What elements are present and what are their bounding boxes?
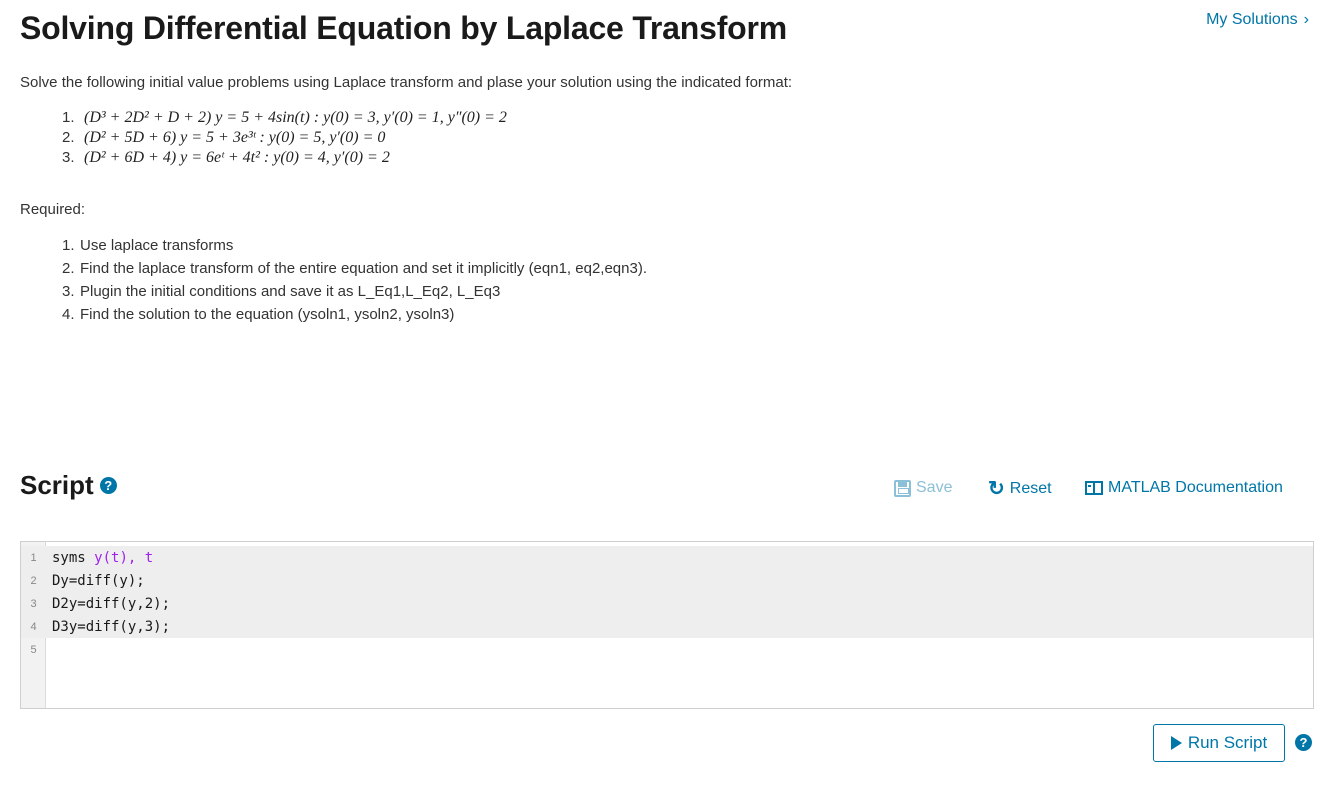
list-number: 2. bbox=[62, 260, 75, 277]
documentation-label: MATLAB Documentation bbox=[1108, 479, 1283, 496]
list-item: 2. (D² + 5D + 6) y = 5 + 3e³ᵗ : y(0) = 5,… bbox=[62, 128, 507, 148]
play-icon bbox=[1170, 736, 1182, 750]
code-line[interactable]: 3 D2y=diff(y,2); bbox=[21, 592, 1313, 615]
code-text: D3y=diff(y,3); bbox=[52, 618, 171, 635]
list-number: 3. bbox=[62, 149, 75, 166]
reset-label: Reset bbox=[1009, 480, 1052, 497]
code-line[interactable]: 1 syms y(t), t bbox=[21, 546, 1313, 569]
code-line[interactable]: 5 bbox=[21, 638, 1313, 661]
list-number: 4. bbox=[62, 306, 75, 323]
save-label: Save bbox=[916, 479, 953, 496]
code-editor[interactable]: 1 syms y(t), t 2 Dy=diff(y); 3 D2y=diff(… bbox=[20, 541, 1314, 709]
list-item: 2. Find the laplace transform of the enti… bbox=[62, 257, 647, 280]
equation-1: (D³ + 2D² + D + 2) y = 5 + 4sin(t) : y(0… bbox=[84, 109, 507, 126]
list-number: 2. bbox=[62, 129, 75, 146]
requirement-text: Find the solution to the equation (ysoln… bbox=[80, 306, 455, 323]
list-number: 3. bbox=[62, 283, 75, 300]
line-number: 3 bbox=[30, 597, 37, 610]
list-number: 1. bbox=[62, 109, 75, 126]
equation-list: 1. (D³ + 2D² + D + 2) y = 5 + 4sin(t) : y… bbox=[62, 108, 507, 168]
line-number: 2 bbox=[30, 574, 37, 587]
list-item: 3. (D² + 6D + 4) y = 6eᵗ + 4t² : y(0) = 4… bbox=[62, 148, 507, 168]
problem-intro: Solve the following initial value proble… bbox=[20, 74, 793, 91]
list-item: 1. (D³ + 2D² + D + 2) y = 5 + 4sin(t) : y… bbox=[62, 108, 507, 128]
required-label: Required: bbox=[20, 201, 86, 218]
list-item: 3. Plugin the initial conditions and save… bbox=[62, 280, 647, 303]
save-button[interactable]: Save bbox=[894, 479, 952, 497]
code-line[interactable]: 2 Dy=diff(y); bbox=[21, 569, 1313, 592]
run-script-label: Run Script bbox=[1187, 733, 1268, 752]
code-text: Dy=diff(y); bbox=[52, 572, 145, 589]
script-toolbar: Save ↻ Reset MATLAB Documentation bbox=[0, 479, 1335, 501]
code-line[interactable]: 4 D3y=diff(y,3); bbox=[21, 615, 1313, 638]
my-solutions-label: My Solutions bbox=[1206, 11, 1298, 28]
requirement-text: Use laplace transforms bbox=[80, 237, 234, 254]
my-solutions-link[interactable]: My Solutions › bbox=[1206, 11, 1309, 29]
page-title: Solving Differential Equation by Laplace… bbox=[20, 10, 788, 46]
list-item: 4. Find the solution to the equation (yso… bbox=[62, 303, 647, 326]
reset-icon: ↻ bbox=[988, 478, 1005, 500]
line-number: 4 bbox=[30, 620, 37, 633]
book-icon bbox=[1085, 481, 1103, 495]
symbol-variables: y(t), t bbox=[94, 549, 154, 566]
line-number: 1 bbox=[30, 551, 37, 564]
matlab-documentation-link[interactable]: MATLAB Documentation bbox=[1085, 479, 1283, 497]
equation-2: (D² + 5D + 6) y = 5 + 3e³ᵗ : y(0) = 5, y… bbox=[84, 129, 386, 146]
help-icon[interactable]: ? bbox=[1295, 734, 1312, 751]
reset-button[interactable]: ↻ Reset bbox=[988, 479, 1052, 499]
run-script-button[interactable]: Run Script bbox=[1153, 724, 1285, 762]
chevron-right-icon: › bbox=[1303, 11, 1309, 28]
line-number: 5 bbox=[30, 643, 37, 656]
list-number: 1. bbox=[62, 237, 75, 254]
save-icon bbox=[894, 479, 911, 497]
requirement-text: Plugin the initial conditions and save i… bbox=[80, 283, 501, 300]
equation-3: (D² + 6D + 4) y = 6eᵗ + 4t² : y(0) = 4, … bbox=[84, 149, 390, 166]
list-item: 1. Use laplace transforms bbox=[62, 234, 647, 257]
requirement-text: Find the laplace transform of the entire… bbox=[80, 260, 647, 277]
requirements-list: 1. Use laplace transforms 2. Find the lapl… bbox=[62, 234, 647, 326]
code-text: D2y=diff(y,2); bbox=[52, 595, 171, 612]
code-text: syms y(t), t bbox=[52, 549, 154, 566]
